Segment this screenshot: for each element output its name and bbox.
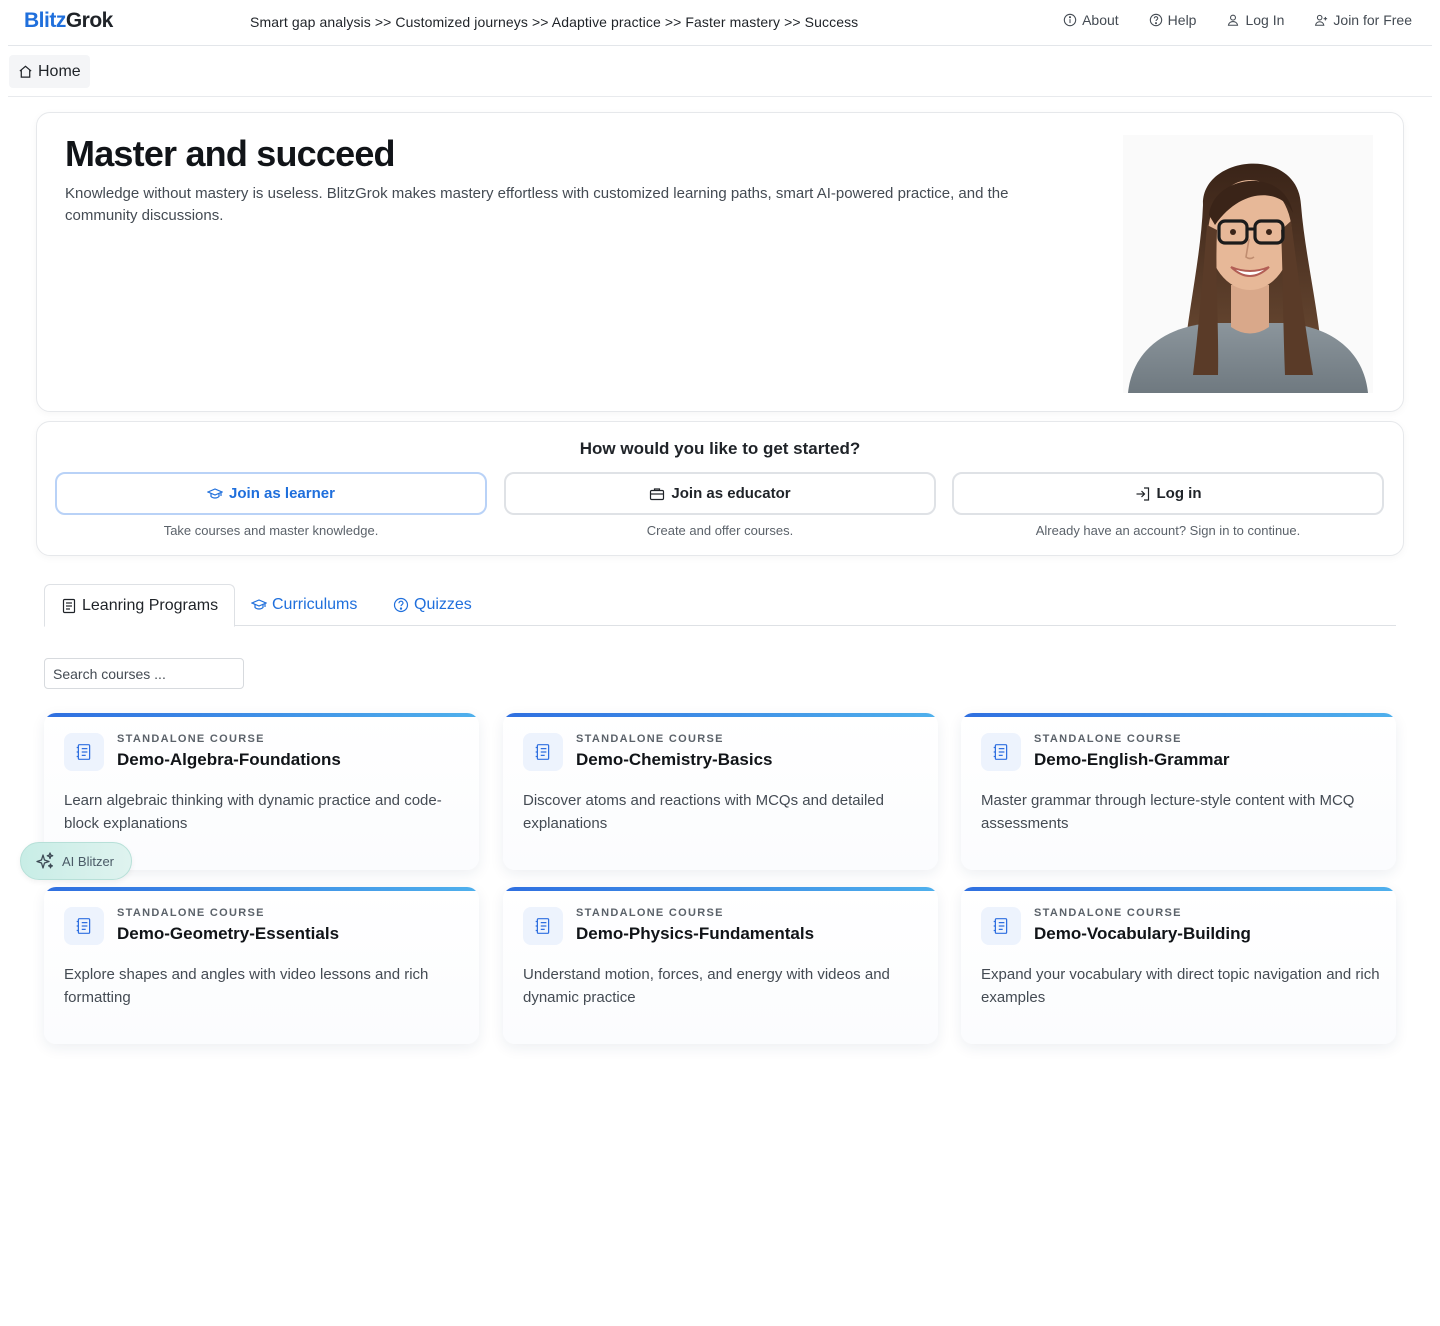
- about-label: About: [1082, 12, 1119, 28]
- course-icon-box: [64, 907, 104, 945]
- sparkles-icon: [36, 852, 54, 869]
- about-link[interactable]: About: [1063, 12, 1119, 28]
- join-free-label: Join for Free: [1333, 12, 1412, 28]
- educator-subtitle: Create and offer courses.: [646, 523, 794, 538]
- content-tabs: Leanring Programs Curriculums Quizzes: [44, 584, 1396, 627]
- course-kind: STANDALONE COURSE: [117, 733, 265, 745]
- tab-curriculums[interactable]: Curriculums: [251, 584, 357, 626]
- join-free-link[interactable]: Join for Free: [1314, 12, 1412, 28]
- log-in-button[interactable]: Log in: [952, 472, 1384, 515]
- course-description: Learn algebraic thinking with dynamic pr…: [64, 792, 442, 832]
- course-icon-box: [523, 733, 563, 771]
- login-icon: [1136, 486, 1149, 501]
- log-in-label: Log in: [1156, 485, 1202, 502]
- tab-quizzes-label: Quizzes: [414, 596, 472, 613]
- notebook-icon: [76, 744, 91, 760]
- tab-learning-programs[interactable]: Leanring Programs: [44, 584, 236, 627]
- course-kind: STANDALONE COURSE: [1034, 907, 1182, 919]
- user-icon: [1228, 14, 1239, 26]
- educator-option: Join as educator Create and offer course…: [504, 472, 936, 538]
- login-option: Log in Already have an account? Sign in …: [952, 472, 1384, 538]
- brand-part2: Grok: [65, 9, 114, 32]
- top-bar: BlitzGrok Smart gap analysis >> Customiz…: [8, 0, 1432, 46]
- course-kind: STANDALONE COURSE: [576, 907, 724, 919]
- course-card[interactable]: STANDALONE COURSE Demo-Vocabulary-Buildi…: [961, 887, 1396, 1044]
- info-icon: [1063, 13, 1077, 27]
- course-title: Demo-English-Grammar: [1034, 750, 1230, 769]
- breadcrumb-home[interactable]: Home: [9, 55, 90, 88]
- home-icon: [19, 65, 32, 78]
- course-icon-box: [64, 733, 104, 771]
- notebook-icon: [535, 918, 550, 934]
- card-accent-bar: [44, 713, 479, 717]
- briefcase-icon: [650, 487, 665, 500]
- tab-curriculums-label: Curriculums: [272, 596, 358, 613]
- course-title: Demo-Physics-Fundamentals: [576, 924, 815, 943]
- login-link[interactable]: Log In: [1226, 12, 1284, 28]
- tab-quizzes[interactable]: Quizzes: [393, 584, 472, 626]
- course-icon-box: [981, 733, 1021, 771]
- join-as-educator-button[interactable]: Join as educator: [504, 472, 936, 515]
- ai-blitzer-button[interactable]: AI Blitzer: [20, 842, 132, 880]
- join-as-educator-label: Join as educator: [671, 485, 791, 502]
- course-description: Master grammar through lecture-style con…: [981, 792, 1355, 832]
- course-card[interactable]: STANDALONE COURSE Demo-Chemistry-Basics …: [503, 713, 938, 870]
- login-subtitle: Already have an account? Sign in to cont…: [1035, 523, 1301, 538]
- join-as-learner-button[interactable]: Join as learner: [55, 472, 487, 515]
- learner-subtitle: Take courses and master knowledge.: [163, 523, 379, 538]
- card-accent-bar: [961, 887, 1396, 891]
- card-accent-bar: [961, 713, 1396, 717]
- brand-logo[interactable]: BlitzGrok: [24, 9, 113, 33]
- breadcrumb: Home: [8, 46, 1432, 97]
- question-circle-icon: [1149, 13, 1162, 27]
- card-accent-bar: [503, 713, 938, 717]
- course-card[interactable]: STANDALONE COURSE Demo-Physics-Fundament…: [503, 887, 938, 1044]
- course-card[interactable]: STANDALONE COURSE Demo-Geometry-Essentia…: [44, 887, 479, 1044]
- card-accent-bar: [44, 887, 479, 891]
- course-title: Demo-Geometry-Essentials: [117, 924, 340, 943]
- graduation-cap-icon: [251, 599, 267, 610]
- search-courses-input[interactable]: [44, 658, 244, 689]
- notebook-icon: [535, 744, 550, 760]
- course-kind: STANDALONE COURSE: [1034, 733, 1182, 745]
- document-list-icon: [62, 598, 76, 613]
- notebook-icon: [993, 918, 1008, 934]
- course-description: Understand motion, forces, and energy wi…: [523, 966, 890, 1006]
- login-label: Log In: [1245, 12, 1285, 28]
- course-description: Discover atoms and reactions with MCQs a…: [523, 792, 884, 832]
- brand-part1: Blitz: [24, 9, 66, 32]
- user-plus-icon: [1315, 14, 1328, 26]
- course-card[interactable]: STANDALONE COURSE Demo-English-Grammar M…: [961, 713, 1396, 870]
- hero-section: Master and succeed Knowledge without mas…: [36, 112, 1404, 412]
- course-title: Demo-Chemistry-Basics: [576, 750, 773, 769]
- ai-blitzer-label: AI Blitzer: [62, 853, 115, 869]
- learner-option: Join as learner Take courses and master …: [55, 472, 487, 538]
- join-as-learner-label: Join as learner: [229, 485, 335, 502]
- course-description: Explore shapes and angles with video les…: [64, 966, 429, 1006]
- hero-portrait-image: [1123, 135, 1373, 393]
- course-title: Demo-Vocabulary-Building: [1034, 924, 1251, 943]
- get-started-title: How would you like to get started?: [579, 439, 861, 458]
- header-tagline: Smart gap analysis >> Customized journey…: [250, 14, 859, 30]
- card-accent-bar: [503, 887, 938, 891]
- course-description: Expand your vocabulary with direct topic…: [981, 966, 1380, 1006]
- help-link[interactable]: Help: [1149, 12, 1197, 28]
- get-started-section: How would you like to get started? Join …: [36, 421, 1404, 556]
- header-nav: About Help Log In Join for Free: [1063, 12, 1412, 28]
- hero-title: Master and succeed: [65, 133, 396, 174]
- graduation-cap-icon: [207, 487, 224, 499]
- tab-learning-programs-label: Leanring Programs: [82, 596, 219, 614]
- notebook-icon: [76, 918, 91, 934]
- notebook-icon: [993, 744, 1008, 760]
- help-label: Help: [1167, 12, 1197, 28]
- course-icon-box: [523, 907, 563, 945]
- course-icon-box: [981, 907, 1021, 945]
- question-circle-icon: [393, 597, 409, 613]
- hero-description: Knowledge without mastery is useless. Bl…: [65, 185, 1009, 224]
- course-kind: STANDALONE COURSE: [117, 907, 265, 919]
- breadcrumb-home-label: Home: [38, 62, 81, 80]
- course-title: Demo-Algebra-Foundations: [117, 750, 341, 769]
- course-kind: STANDALONE COURSE: [576, 733, 724, 745]
